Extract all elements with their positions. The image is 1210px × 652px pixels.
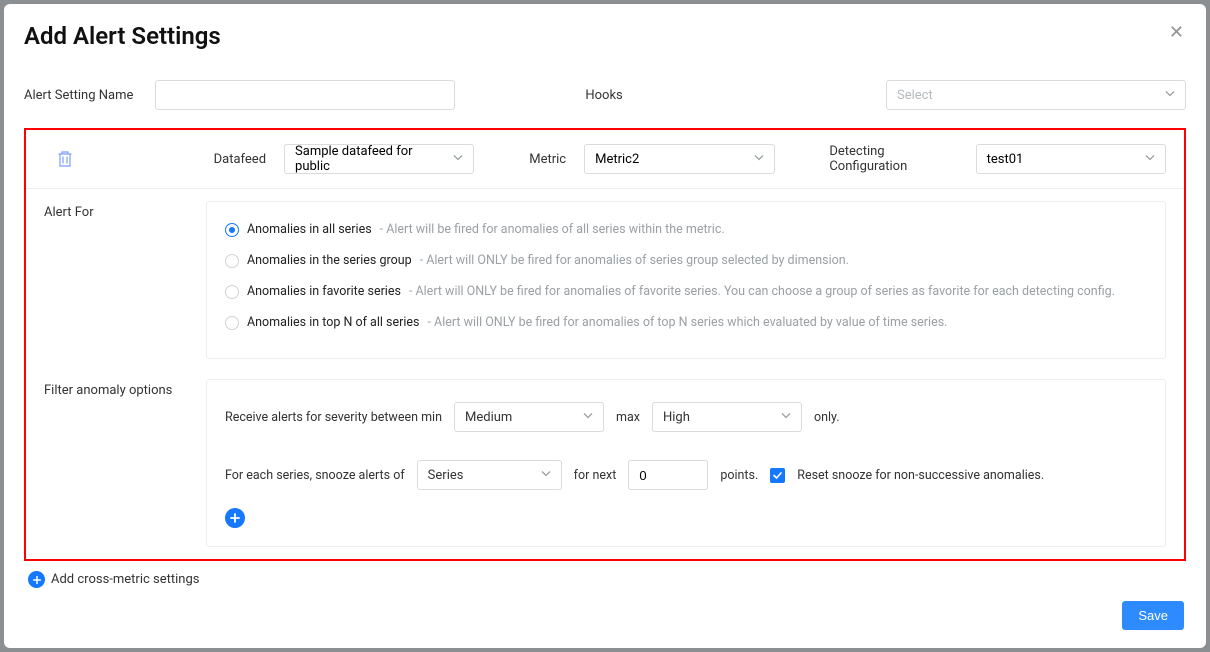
filter-label: Filter anomaly options — [44, 379, 206, 547]
alert-for-option[interactable]: Anomalies in top N of all series - Alert… — [225, 315, 1147, 330]
detect-config-value: test01 — [987, 152, 1024, 167]
snooze-pre: For each series, snooze alerts of — [225, 468, 405, 483]
hooks-select[interactable]: Select — [886, 80, 1186, 110]
severity-row: Receive alerts for severity between min … — [225, 402, 1147, 432]
detect-config-label: Detecting Configuration — [829, 144, 957, 174]
plus-icon — [28, 571, 45, 588]
alert-for-label: Alert For — [44, 201, 206, 359]
metric-select[interactable]: Metric2 — [584, 144, 774, 174]
datafeed-label: Datafeed — [214, 152, 266, 167]
severity-min-value: Medium — [465, 410, 512, 425]
hooks-label: Hooks — [585, 88, 622, 103]
close-icon[interactable]: ✕ — [1169, 22, 1184, 43]
alert-name-input[interactable] — [155, 80, 455, 110]
snooze-scope-select[interactable]: Series — [417, 460, 562, 490]
alert-for-section: Alert For Anomalies in all series - Aler… — [26, 189, 1184, 359]
filter-card: Receive alerts for severity between min … — [206, 379, 1166, 547]
radio-icon — [225, 254, 239, 268]
snooze-scope-value: Series — [428, 468, 464, 483]
severity-pre: Receive alerts for severity between min — [225, 410, 442, 425]
radio-icon — [225, 316, 239, 330]
trash-icon[interactable] — [46, 150, 84, 168]
detect-config-select[interactable]: test01 — [976, 144, 1166, 174]
snooze-mid: for next — [574, 468, 617, 483]
reset-snooze-label: Reset snooze for non-successive anomalie… — [797, 468, 1044, 483]
option-desc: - Alert will ONLY be fired for anomalies… — [409, 284, 1115, 299]
alert-for-options: Anomalies in all series - Alert will be … — [206, 201, 1166, 359]
save-button[interactable]: Save — [1122, 601, 1184, 630]
datafeed-value: Sample datafeed for public — [295, 144, 445, 174]
option-title: Anomalies in the series group — [247, 253, 412, 268]
chevron-down-icon — [754, 152, 764, 167]
hooks-placeholder: Select — [897, 88, 933, 103]
add-cross-metric-link[interactable]: Add cross-metric settings — [28, 571, 199, 588]
metric-settings-panel: Datafeed Sample datafeed for public Metr… — [24, 128, 1186, 561]
option-title: Anomalies in all series — [247, 222, 372, 237]
add-filter-button[interactable] — [225, 508, 245, 528]
top-form: Alert Setting Name Hooks Select — [24, 80, 1186, 110]
snooze-post: points. — [720, 468, 758, 483]
modal: Add Alert Settings ✕ Alert Setting Name … — [4, 4, 1206, 648]
snooze-points-input[interactable] — [628, 460, 708, 490]
modal-title: Add Alert Settings — [24, 22, 1186, 50]
alert-for-option[interactable]: Anomalies in favorite series - Alert wil… — [225, 284, 1147, 299]
alert-name-label: Alert Setting Name — [24, 88, 133, 103]
datafeed-select[interactable]: Sample datafeed for public — [284, 144, 474, 174]
severity-min-select[interactable]: Medium — [454, 402, 604, 432]
radio-icon — [225, 223, 239, 237]
option-title: Anomalies in favorite series — [247, 284, 401, 299]
metric-value: Metric2 — [595, 152, 639, 167]
chevron-down-icon — [1145, 152, 1155, 167]
radio-icon — [225, 285, 239, 299]
chevron-down-icon — [583, 410, 593, 425]
severity-post: only. — [814, 410, 840, 425]
severity-mid: max — [616, 410, 640, 425]
severity-max-value: High — [663, 410, 690, 425]
chevron-down-icon — [1165, 88, 1175, 103]
option-desc: - Alert will be fired for anomalies of a… — [380, 222, 725, 237]
option-title: Anomalies in top N of all series — [247, 315, 419, 330]
cross-metric-label: Add cross-metric settings — [51, 572, 199, 587]
severity-max-select[interactable]: High — [652, 402, 802, 432]
alert-for-option[interactable]: Anomalies in the series group - Alert wi… — [225, 253, 1147, 268]
chevron-down-icon — [453, 152, 463, 167]
metric-label: Metric — [529, 152, 566, 167]
reset-snooze-checkbox[interactable] — [770, 468, 785, 483]
chevron-down-icon — [541, 468, 551, 483]
option-desc: - Alert will ONLY be fired for anomalies… — [420, 253, 849, 268]
chevron-down-icon — [781, 410, 791, 425]
config-row: Datafeed Sample datafeed for public Metr… — [26, 130, 1184, 189]
alert-for-option[interactable]: Anomalies in all series - Alert will be … — [225, 222, 1147, 237]
filter-section: Filter anomaly options Receive alerts fo… — [26, 359, 1184, 547]
snooze-row: For each series, snooze alerts of Series… — [225, 460, 1147, 490]
option-desc: - Alert will ONLY be fired for anomalies… — [427, 315, 947, 330]
